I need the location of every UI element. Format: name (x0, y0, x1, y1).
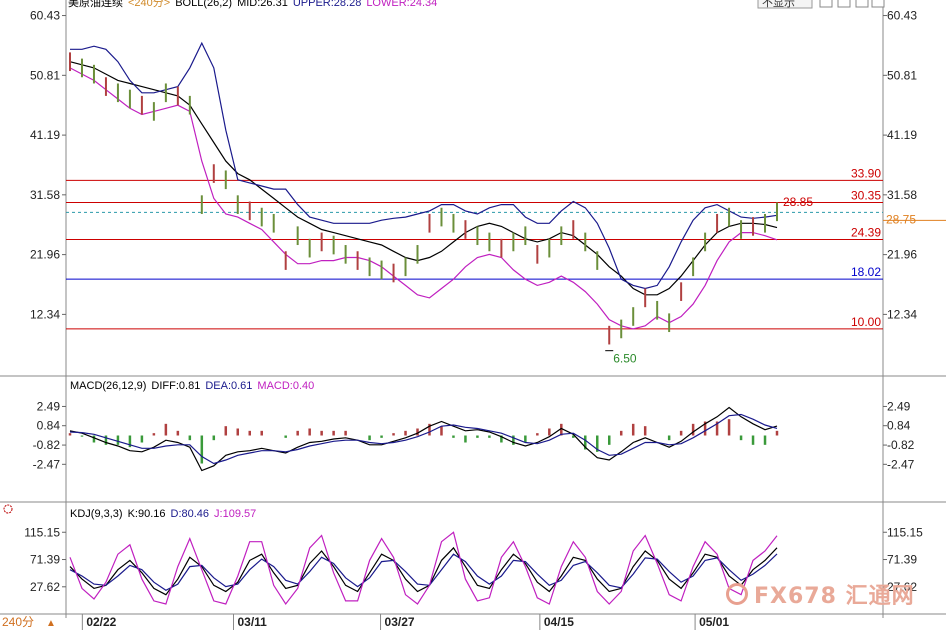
macd-header-item: DIFF:0.81 (151, 380, 200, 392)
price-header-item: <240分> (128, 0, 170, 9)
y-tick-label: 12.34 (30, 307, 60, 321)
y-tick-label: 41.19 (30, 128, 60, 142)
y-tick-label: 71.39 (887, 553, 917, 567)
macd-header-item: DEA:0.61 (205, 380, 252, 392)
display-dropdown[interactable]: 不显示 (757, 0, 813, 9)
watermark: FX678 汇通网 (726, 578, 915, 610)
y-tick-label: -2.47 (33, 457, 61, 471)
level-label: 18.02 (851, 265, 881, 279)
macd-panel: 2.49 2.49 0.84 0.84 -0.82 -0.82 -2.47 -2.47 (33, 399, 915, 471)
watermark-logo-icon (726, 583, 748, 605)
series-j-line (69, 531, 778, 606)
y-tick-label: 115.15 (887, 525, 923, 539)
price-header-item: BOLL(26,2) (175, 0, 232, 9)
y-tick-label: 21.96 (887, 248, 917, 262)
y-tick-label: 71.39 (30, 553, 60, 567)
macd-header: MACD(26,12,9) DIFF:0.81 DEA:0.61 MACD:0.40 (70, 380, 314, 392)
watermark-text: FX678 汇通网 (754, 584, 915, 609)
x-tick-label: 03/27 (385, 615, 415, 629)
series-diff-line (69, 406, 778, 472)
minimize-icon[interactable] (819, 0, 833, 8)
level-label: 10.00 (851, 315, 881, 329)
caret-up-icon: ▲ (46, 618, 56, 629)
kdj-header-item: K:90.16 (128, 508, 166, 520)
level-label: 24.39 (851, 226, 881, 240)
y-tick-label: 50.81 (887, 68, 917, 82)
x-tick-label: 05/01 (699, 615, 729, 629)
kdj-header: KDJ(9,3,3) K:90.16 D:80.46 J:109.57 (70, 508, 256, 520)
x-tick-label: 02/22 (86, 615, 116, 629)
series-upper-line (70, 41, 778, 290)
y-tick-label: 0.84 (887, 419, 911, 433)
price-header-item: 美原油连续 (68, 0, 123, 9)
y-tick-label: 21.96 (30, 248, 60, 262)
y-tick-label: -2.47 (887, 457, 915, 471)
y-tick-label: -0.82 (33, 438, 61, 452)
close-icon[interactable] (871, 0, 885, 8)
price-panel: 60.43 60.43 50.81 50.81 41.19 41.19 31.58 31.58… (30, 9, 946, 366)
y-tick-label: 31.58 (30, 188, 60, 202)
price-header-item: MID:26.31 (237, 0, 288, 9)
x-tick-label: 04/15 (544, 615, 574, 629)
low-annotation: 6.50 (613, 352, 637, 366)
y-tick-label: 12.34 (887, 307, 917, 321)
display-dropdown-label: 不显示 (762, 0, 795, 9)
y-tick-label: 50.81 (30, 68, 60, 82)
maximize-icon[interactable] (855, 0, 869, 8)
window-buttons (819, 0, 885, 8)
series-lower-line (69, 67, 778, 330)
x-axis: 02/22 03/11 03/27 04/15 05/01 (81, 614, 729, 630)
series-dea-line (69, 413, 778, 465)
y-tick-label: 2.49 (887, 399, 911, 413)
price-header: 美原油连续 <240分> BOLL(26,2) MID:26.31 UPPER:28.2… (68, 0, 437, 9)
kdj-header-item: J:109.57 (214, 508, 256, 520)
high-annotation: 28.85 (783, 195, 813, 209)
y-tick-label: 60.43 (887, 9, 917, 23)
level-label: 33.90 (851, 166, 881, 180)
y-tick-label: 27.62 (30, 580, 60, 594)
y-tick-label: 41.19 (887, 128, 917, 142)
kdj-header-item: D:80.46 (171, 508, 210, 520)
y-tick-label: 0.84 (37, 419, 61, 433)
y-tick-label: 2.49 (37, 399, 61, 413)
kdj-header-item: KDJ(9,3,3) (70, 508, 123, 520)
y-tick-label: 60.43 (30, 9, 60, 23)
period-button-label: 240分 (2, 615, 34, 629)
restore-icon[interactable] (837, 0, 851, 8)
settings-icon[interactable] (3, 504, 13, 514)
y-tick-label: 31.58 (887, 188, 917, 202)
period-button[interactable]: 240分 ▲ (2, 615, 56, 629)
x-tick-label: 03/11 (237, 615, 267, 629)
price-header-item: UPPER:28.28 (293, 0, 361, 9)
y-tick-label: -0.82 (887, 438, 915, 452)
price-header-item: LOWER:24.34 (366, 0, 437, 9)
macd-header-item: MACD(26,12,9) (70, 380, 146, 392)
level-label: 30.35 (851, 188, 881, 202)
chart-canvas: 60.43 60.43 50.81 50.81 41.19 41.19 31.58 31.58… (0, 0, 946, 630)
y-tick-label: 115.15 (24, 525, 60, 539)
series-mid-line (69, 61, 778, 296)
last-price-label: 28.75 (886, 212, 916, 226)
macd-header-item: MACD:0.40 (257, 380, 314, 392)
